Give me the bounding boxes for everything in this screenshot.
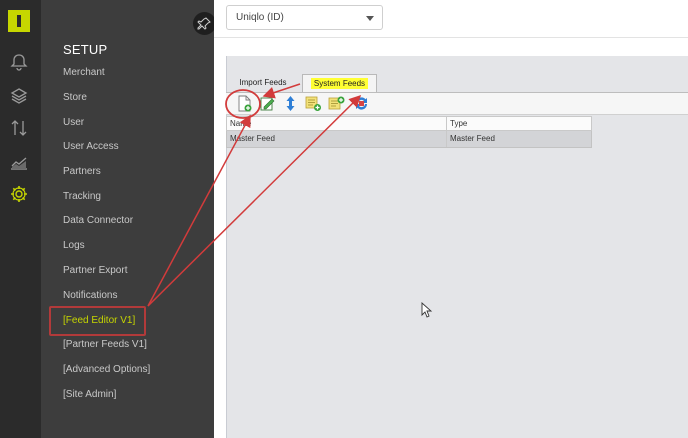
column-header-type[interactable]: Type <box>450 119 467 128</box>
tab-import-feeds[interactable]: Import Feeds <box>232 74 294 92</box>
refresh-icon[interactable] <box>353 95 370 112</box>
store-select[interactable]: Uniqlo (ID) <box>226 5 383 30</box>
pin-button[interactable] <box>193 12 216 35</box>
cell-type: Master Feed <box>450 134 495 143</box>
menu-item-tracking[interactable]: Tracking <box>63 191 101 202</box>
menu-item-advanced-options[interactable]: [Advanced Options] <box>63 364 150 375</box>
menu-item-logs[interactable]: Logs <box>63 240 85 251</box>
transfer-icon[interactable] <box>9 118 29 138</box>
tab-system-feeds[interactable]: System Feeds <box>302 74 377 92</box>
menu-item-notifications[interactable]: Notifications <box>63 290 117 301</box>
table-row[interactable]: Master Feed Master Feed <box>226 131 592 148</box>
menu-item-partner-feeds-v1[interactable]: [Partner Feeds V1] <box>63 339 147 350</box>
app-root: SETUP Merchant Store User User Access Pa… <box>0 0 688 438</box>
logo-icon[interactable] <box>8 10 30 32</box>
sort-icon[interactable] <box>282 95 299 112</box>
add-item-icon[interactable] <box>305 95 322 112</box>
column-divider <box>446 117 447 130</box>
menu-item-data-connector[interactable]: Data Connector <box>63 215 133 226</box>
menu-item-user[interactable]: User <box>63 117 84 128</box>
column-header-name[interactable]: Name <box>230 119 251 128</box>
menu-item-store[interactable]: Store <box>63 92 87 103</box>
column-divider <box>446 131 447 147</box>
menu-item-partners[interactable]: Partners <box>63 166 101 177</box>
layers-icon[interactable] <box>9 86 29 106</box>
store-select-value: Uniqlo (ID) <box>236 12 284 23</box>
gear-icon[interactable] <box>9 184 29 204</box>
grid-header: Name Type <box>226 116 592 131</box>
chevron-down-icon <box>366 16 374 21</box>
chart-icon[interactable] <box>9 152 29 172</box>
menu-title: SETUP <box>63 42 108 57</box>
mouse-cursor-icon <box>421 302 433 318</box>
add-list-icon[interactable] <box>328 95 345 112</box>
cell-name: Master Feed <box>230 134 275 143</box>
menu-item-site-admin[interactable]: [Site Admin] <box>63 389 116 400</box>
icon-rail <box>0 0 41 438</box>
tab-system-feeds-label: System Feeds <box>310 78 369 89</box>
edit-icon[interactable] <box>259 95 276 112</box>
bell-icon[interactable] <box>9 52 29 72</box>
annotation-highlight-box <box>49 306 146 336</box>
menu-item-merchant[interactable]: Merchant <box>63 67 105 78</box>
tab-import-feeds-label: Import Feeds <box>239 78 287 87</box>
menu-item-partner-export[interactable]: Partner Export <box>63 265 127 276</box>
new-document-icon[interactable] <box>236 95 253 112</box>
pin-icon <box>197 17 211 30</box>
menu-item-user-access[interactable]: User Access <box>63 141 119 152</box>
